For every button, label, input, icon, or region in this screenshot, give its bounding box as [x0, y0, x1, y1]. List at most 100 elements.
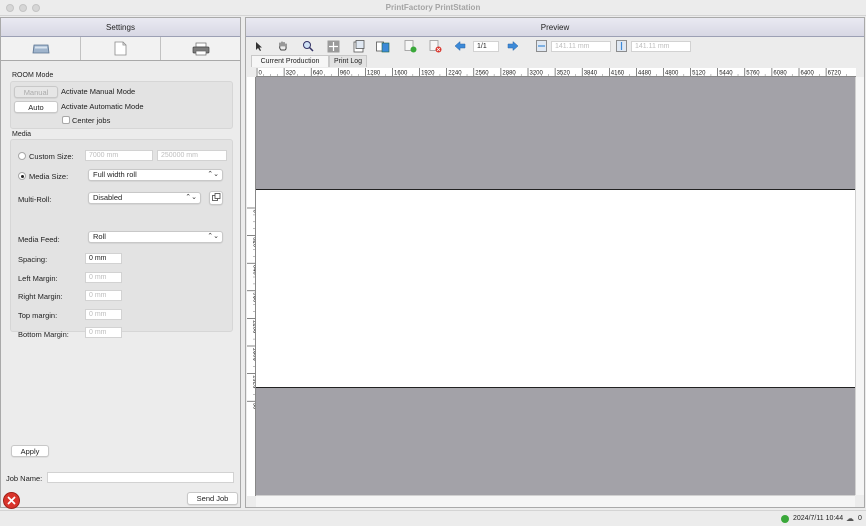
connection-status-icon: [781, 515, 789, 523]
previous-page-button[interactable]: [453, 39, 467, 53]
status-count: 0: [858, 515, 862, 522]
tab-current-production[interactable]: Current Production: [251, 55, 329, 67]
vertical-ruler: 032064096012801600192050: [247, 77, 256, 496]
multi-roll-select[interactable]: Disabled ⌃⌄: [88, 192, 201, 204]
ruler-label: 3200: [530, 71, 544, 77]
ruler-label: 4160: [611, 71, 625, 77]
ruler-label: 5120: [692, 71, 706, 77]
ruler-label: 6400: [801, 71, 815, 77]
ruler-label: 3840: [584, 71, 598, 77]
hand-icon: [279, 41, 287, 51]
ruler-label: 3520: [557, 71, 571, 77]
ruler-label: 2240: [448, 71, 462, 77]
settings-panel: Settings ROOM Mode Manual Activate Manua…: [0, 17, 241, 509]
media-size-radio[interactable]: [18, 172, 26, 180]
ruler-label: 6080: [773, 71, 787, 77]
zoom-tool-button[interactable]: [301, 39, 315, 53]
horizontal-scrollbar[interactable]: [256, 495, 855, 507]
tab-document-settings[interactable]: [81, 37, 161, 60]
custom-size-radio[interactable]: [18, 152, 26, 160]
page-width-icon: [535, 40, 547, 52]
multi-roll-settings-button[interactable]: [209, 191, 223, 205]
preview-canvas[interactable]: [256, 77, 855, 495]
media-size-select[interactable]: Full width roll ⌃⌄: [88, 169, 223, 181]
add-page-button[interactable]: [403, 39, 417, 53]
cancel-job-button[interactable]: [3, 492, 20, 509]
media-size-label: Media Size:: [29, 172, 69, 181]
ruler-label: 1920: [421, 71, 435, 77]
tab-print-log[interactable]: Print Log: [329, 55, 367, 67]
auto-mode-text: Activate Automatic Mode: [61, 102, 144, 111]
ruler-label: 320: [286, 71, 297, 77]
printer-icon: [192, 42, 209, 55]
ruler-label: 1600: [394, 71, 408, 77]
auto-button[interactable]: Auto: [14, 101, 58, 113]
select-tool-button[interactable]: [252, 39, 266, 53]
media-page: [256, 189, 855, 388]
multi-roll-value: Disabled: [93, 193, 123, 202]
cloud-icon: ☁: [846, 514, 854, 523]
copy-icon: [211, 193, 220, 201]
job-name-label: Job Name:: [6, 474, 43, 483]
status-timestamp: 2024/7/11 10:44: [793, 515, 844, 522]
ruler-label: 2560: [475, 71, 489, 77]
right-margin-field[interactable]: 0 mm: [85, 290, 122, 301]
custom-width-field[interactable]: 7000 mm: [85, 150, 153, 161]
page-height-field[interactable]: 141.11 mm: [631, 41, 691, 52]
room-mode-label: ROOM Mode: [12, 72, 54, 79]
arrow-right-icon: [507, 41, 519, 51]
fit-to-page-button[interactable]: [326, 39, 340, 53]
next-page-button[interactable]: [506, 39, 520, 53]
media-size-value: Full width roll: [93, 170, 137, 179]
page-number-field[interactable]: 1/1: [473, 41, 499, 52]
remove-page-button[interactable]: [428, 39, 442, 53]
top-margin-field[interactable]: 0 mm: [85, 309, 122, 320]
page-width-icon-holder: [534, 39, 548, 53]
multi-roll-label: Multi-Roll:: [18, 195, 52, 204]
chevron-updown-icon: ⌃⌄: [207, 171, 219, 178]
custom-length-field[interactable]: 250000 mm: [157, 150, 227, 161]
pages-icon: [376, 41, 390, 52]
document-icon: [114, 41, 127, 56]
ruler-label: 5440: [719, 71, 733, 77]
ruler-label: 4480: [638, 71, 652, 77]
manual-mode-text: Activate Manual Mode: [61, 87, 136, 96]
media-feed-value: Roll: [93, 232, 106, 241]
ruler-label: 960: [340, 71, 351, 77]
page-import-icon: [353, 39, 365, 52]
ruler-label: 2880: [502, 71, 516, 77]
preview-header: Preview: [246, 18, 864, 37]
vertical-scrollbar[interactable]: [855, 77, 864, 495]
hand-tool-button[interactable]: [276, 39, 290, 53]
media-tray-icon: [32, 44, 49, 54]
right-margin-label: Right Margin:: [18, 292, 63, 301]
page-width-field[interactable]: 141.11 mm: [551, 41, 611, 52]
window-titlebar: PrintFactory PrintStation: [0, 0, 866, 16]
spacing-field[interactable]: 0 mm: [85, 253, 122, 264]
import-page-button[interactable]: [352, 39, 366, 53]
bottom-margin-label: Bottom Margin:: [18, 330, 69, 339]
job-name-input[interactable]: [47, 472, 234, 483]
tab-printer-settings[interactable]: [161, 37, 240, 60]
center-jobs-checkbox[interactable]: [62, 116, 70, 124]
ruler-label: 0: [259, 71, 263, 77]
left-margin-field[interactable]: 0 mm: [85, 272, 122, 283]
room-mode-group: Manual Activate Manual Mode Auto Activat…: [10, 81, 233, 129]
remove-page-icon: [429, 39, 441, 52]
apply-button[interactable]: Apply: [11, 445, 49, 457]
manual-button[interactable]: Manual: [14, 86, 58, 98]
window-title: PrintFactory PrintStation: [385, 3, 481, 12]
ruler-label: 6720: [828, 71, 842, 77]
ruler-label: 4800: [665, 71, 679, 77]
close-icon: [7, 496, 16, 505]
ruler-label: 640: [313, 71, 324, 77]
bottom-margin-field[interactable]: 0 mm: [85, 327, 122, 338]
top-margin-label: Top margin:: [18, 311, 58, 320]
tab-media-settings[interactable]: [1, 37, 81, 60]
duplicate-pages-button[interactable]: [376, 39, 390, 53]
media-feed-select[interactable]: Roll ⌃⌄: [88, 231, 223, 243]
arrow-pointer-icon: [256, 41, 262, 51]
send-job-button[interactable]: Send Job: [187, 492, 238, 505]
ruler-label: 1280: [367, 71, 381, 77]
spacing-label: Spacing:: [18, 255, 48, 264]
